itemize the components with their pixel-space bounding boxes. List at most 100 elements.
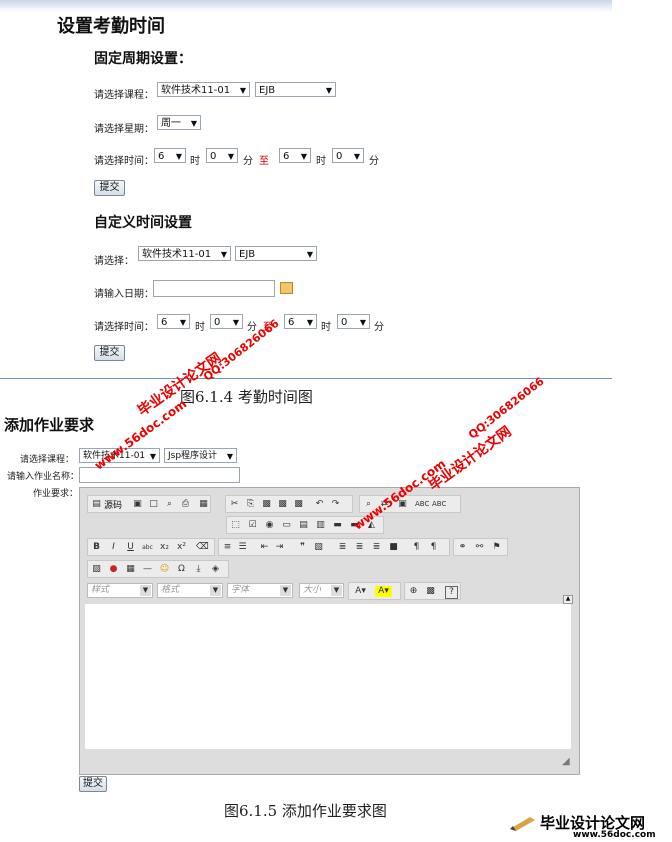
save-icon[interactable]: ▣	[132, 499, 143, 510]
iframe-icon[interactable]: ◈	[210, 564, 221, 575]
fixed-period-heading: 固定周期设置：	[94, 51, 192, 67]
cut-icon[interactable]: ✂	[229, 499, 240, 510]
paste-icon[interactable]: ▩	[261, 499, 272, 510]
date-input[interactable]	[153, 280, 275, 297]
subject-select[interactable]: EJB ▼	[235, 246, 317, 261]
italic-icon[interactable]: I	[108, 542, 119, 553]
strike-icon[interactable]: abc	[142, 542, 153, 553]
subscript-icon[interactable]: x₂	[159, 542, 170, 553]
smiley-icon[interactable]: ☺	[159, 564, 170, 575]
textfield-icon[interactable]: ▭	[281, 520, 292, 531]
div-container-icon[interactable]: ▧	[313, 542, 324, 553]
collapse-toolbar-icon[interactable]: ▲	[563, 595, 573, 604]
checkbox-icon[interactable]: ☑	[247, 520, 258, 531]
link-icon[interactable]: ⚭	[457, 542, 468, 553]
numbered-list-icon[interactable]: ≡	[222, 542, 233, 553]
submit-button[interactable]: 提交	[79, 776, 107, 792]
subject-select[interactable]: Jsp程序设计 ▼	[164, 448, 237, 463]
outdent-icon[interactable]: ⇤	[259, 542, 270, 553]
underline-icon[interactable]: U	[125, 542, 136, 553]
end-minute-select[interactable]: 0 ▼	[337, 314, 370, 329]
start-hour-select[interactable]: 6 ▼	[157, 314, 190, 329]
copy-icon[interactable]: ⎘	[245, 499, 256, 510]
show-blocks-icon[interactable]: ▩	[425, 586, 436, 597]
unlink-icon[interactable]: ⚯	[474, 542, 485, 553]
redo-icon[interactable]: ↷	[330, 499, 341, 510]
page-title-attendance: 设置考勤时间	[57, 16, 165, 37]
button-field-icon[interactable]: ▬	[332, 520, 343, 531]
blockquote-icon[interactable]: ❞	[297, 542, 308, 553]
radio-icon[interactable]: ◉	[264, 520, 275, 531]
editor-content-area[interactable]	[85, 604, 571, 749]
week-label: 请选择星期：	[94, 124, 154, 135]
toolbar-group-links: ⚭ ⚯ ⚑	[453, 538, 508, 556]
ltr-icon[interactable]: ¶	[411, 542, 422, 553]
page-break-icon[interactable]: ⤓	[193, 564, 204, 575]
format-combo[interactable]: 格式 ▼	[157, 583, 223, 598]
source-button-label[interactable]: 源码	[104, 498, 122, 511]
source-icon[interactable]: ▤	[91, 499, 102, 510]
templates-icon[interactable]: ▦	[198, 499, 209, 510]
start-minute-select[interactable]: 0 ▼	[210, 314, 243, 329]
requirement-label: 作业要求：	[33, 489, 79, 499]
align-center-icon[interactable]: ≣	[354, 542, 365, 553]
bulleted-list-icon[interactable]: ☰	[237, 542, 248, 553]
toolbar-group-clipboard: ✂ ⎘ ▩ ▩ ▩ ↶ ↷	[225, 495, 353, 513]
submit-button[interactable]: 提交	[94, 345, 125, 361]
background-color-icon[interactable]: A▾	[375, 586, 392, 597]
end-hour-select[interactable]: 6 ▼	[279, 148, 311, 163]
time-label: 请选择时间：	[94, 322, 154, 333]
chevron-down-icon: ▼	[175, 152, 182, 161]
indent-icon[interactable]: ⇥	[274, 542, 285, 553]
align-right-icon[interactable]: ≣	[371, 542, 382, 553]
special-char-icon[interactable]: Ω	[176, 564, 187, 575]
scayt-icon[interactable]: ABC	[432, 499, 446, 510]
flash-icon[interactable]: ●	[108, 564, 119, 575]
to-label: 至	[259, 156, 269, 167]
undo-icon[interactable]: ↶	[314, 499, 325, 510]
justify-icon[interactable]: ■	[388, 542, 399, 553]
bold-icon[interactable]: B	[91, 542, 102, 553]
about-icon[interactable]: ?	[445, 586, 458, 599]
toolbar-group-tools: ⊕ ▩ ?	[404, 582, 461, 600]
course-select[interactable]: 软件技术11-01 ▼	[138, 246, 231, 261]
style-combo[interactable]: 样式 ▼	[87, 583, 153, 598]
minute-unit: 分	[243, 156, 253, 167]
resize-handle-icon[interactable]: ◢	[562, 757, 572, 767]
paste-text-icon[interactable]: ▩	[277, 499, 288, 510]
font-combo[interactable]: 字体 ▼	[227, 583, 293, 598]
chevron-down-icon: ▼	[239, 86, 246, 95]
submit-button[interactable]: 提交	[94, 180, 125, 196]
maximize-icon[interactable]: ⊕	[408, 586, 419, 597]
chevron-down-icon: ▼	[227, 152, 234, 161]
hour-unit: 时	[195, 322, 205, 333]
image-icon[interactable]: ▨	[91, 564, 102, 575]
form-icon[interactable]: ⬚	[230, 520, 241, 531]
spellcheck-icon[interactable]: ABC	[415, 499, 429, 510]
end-minute-select[interactable]: 0 ▼	[332, 148, 364, 163]
calendar-icon[interactable]	[280, 282, 293, 294]
paste-word-icon[interactable]: ▩	[293, 499, 304, 510]
superscript-icon[interactable]: x²	[176, 542, 187, 553]
week-select[interactable]: 周一 ▼	[157, 115, 201, 130]
table-icon[interactable]: ▦	[125, 564, 136, 575]
text-color-icon[interactable]: A▾	[352, 586, 369, 597]
new-page-icon[interactable]: □	[148, 499, 159, 510]
start-minute-select[interactable]: 0 ▼	[206, 148, 238, 163]
rtl-icon[interactable]: ¶	[428, 542, 439, 553]
anchor-flag-icon[interactable]: ⚑	[491, 542, 502, 553]
horizontal-rule-icon[interactable]: —	[142, 564, 153, 575]
select-field-icon[interactable]: ▥	[315, 520, 326, 531]
preview-icon[interactable]: ⌕	[164, 499, 175, 510]
course-select[interactable]: 软件技术11-01 ▼	[157, 82, 250, 97]
align-left-icon[interactable]: ≣	[337, 542, 348, 553]
start-hour-select[interactable]: 6 ▼	[154, 148, 186, 163]
textarea-icon[interactable]: ▤	[298, 520, 309, 531]
end-hour-select[interactable]: 6 ▼	[284, 314, 317, 329]
course-label: 请选择课程：	[20, 455, 75, 465]
remove-format-icon[interactable]: ⌫	[196, 542, 209, 553]
chevron-down-icon: ▼	[359, 318, 366, 327]
size-combo[interactable]: 大小 ▼	[299, 583, 344, 598]
print-icon[interactable]: ⎙	[180, 499, 191, 510]
subject-select[interactable]: EJB ▼	[255, 82, 336, 97]
